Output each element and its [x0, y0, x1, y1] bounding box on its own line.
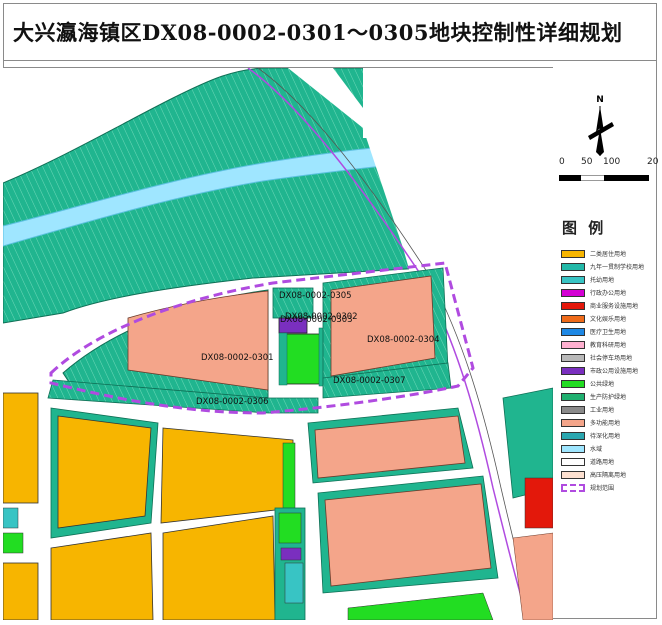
- legend-item: 道路用地: [561, 455, 644, 468]
- map-canvas: DX08-0002-0301 DX08-0002-0302 DX08-0002-…: [3, 68, 553, 620]
- kindergarten-c3: [284, 562, 304, 604]
- kindergarten-sw: [3, 507, 19, 529]
- green-strip-0302: [278, 332, 288, 386]
- legend-label: 九年一贯制学校用地: [590, 264, 645, 271]
- legend-label: 多功能用地: [590, 420, 621, 427]
- admin-c3: [280, 547, 302, 561]
- legend-item: 社会停车场用地: [561, 351, 644, 364]
- legend-swatch: [561, 405, 585, 414]
- residential-block-sw2: [3, 562, 39, 620]
- scale-label-50: 50: [581, 157, 593, 167]
- legend-swatch: [561, 483, 585, 492]
- park-c3: [278, 512, 302, 544]
- label-0303: DX08-0002-0303: [280, 315, 353, 325]
- legend-label: 生产防护绿地: [590, 394, 627, 401]
- legend-item: 商业服务设施用地: [561, 299, 644, 312]
- page-title: 大兴瀛海镇区DX08-0002-0301～0305地块控制性详细规划: [13, 20, 623, 45]
- label-0305: DX08-0002-0305: [279, 291, 352, 301]
- legend-label: 医疗卫生用地: [590, 329, 627, 336]
- residential-block-w2: [50, 532, 154, 620]
- legend-list: 二类居住用地九年一贯制学校用地 托幼用地行政办公用地商业服务设施用地 文化娱乐用地医…: [561, 247, 644, 494]
- legend-label: 社会停车场用地: [590, 355, 633, 362]
- legend-title: 图 例: [562, 219, 607, 237]
- legend-swatch: [561, 418, 585, 427]
- legend-label: 公共绿地: [590, 381, 615, 388]
- scale-label-0: 0: [559, 157, 565, 167]
- legend-label: 工业用地: [590, 407, 615, 414]
- legend-swatch: [561, 340, 585, 349]
- legend-item: 行政办公用地: [561, 286, 644, 299]
- legend-label: 规划范围: [590, 485, 615, 492]
- residential-block-c2: [162, 515, 276, 620]
- scale-bar-graphic: [559, 175, 649, 181]
- residential-block-sw1: [3, 392, 39, 504]
- legend-swatch: [561, 353, 585, 362]
- label-0301: DX08-0002-0301: [201, 353, 274, 363]
- legend-swatch: [561, 262, 585, 271]
- legend-label: 高压隔离用地: [590, 472, 627, 479]
- scale-label-200: 20: [647, 157, 659, 167]
- legend-label: 行政办公用地: [590, 290, 627, 297]
- legend-swatch: [561, 314, 585, 323]
- legend-label: 文化娱乐用地: [590, 316, 627, 323]
- legend-swatch: [561, 288, 585, 297]
- legend-item: 规划范围: [561, 481, 644, 494]
- legend-item: 二类居住用地: [561, 247, 644, 260]
- legend-item: 生产防护绿地: [561, 390, 644, 403]
- legend-item: 托幼用地: [561, 273, 644, 286]
- legend-swatch: [561, 379, 585, 388]
- legend-swatch: [561, 431, 585, 440]
- residential-block-c1: [160, 427, 294, 524]
- legend-item: 水域: [561, 442, 644, 455]
- legend-item: 待深化用地: [561, 429, 644, 442]
- legend-swatch: [561, 275, 585, 284]
- legend-swatch: [561, 444, 585, 453]
- legend-label: 教育科研用地: [590, 342, 627, 349]
- legend-label: 商业服务设施用地: [590, 303, 639, 310]
- legend-item: 文化娱乐用地: [561, 312, 644, 325]
- label-0306: DX08-0002-0306: [196, 397, 269, 407]
- legend-item: 多功能用地: [561, 416, 644, 429]
- title-bar: 大兴瀛海镇区DX08-0002-0301～0305地块控制性详细规划: [3, 3, 657, 61]
- legend-swatch: [561, 327, 585, 336]
- legend-swatch: [561, 301, 585, 310]
- legend-label: 托幼用地: [590, 277, 615, 284]
- legend-swatch: [561, 470, 585, 479]
- label-0307: DX08-0002-0307: [333, 376, 406, 386]
- legend-item: 医疗卫生用地: [561, 325, 644, 338]
- park-c1: [282, 442, 296, 509]
- legend-label: 二类居住用地: [590, 251, 627, 258]
- legend-swatch: [561, 366, 585, 375]
- park-sw: [3, 532, 24, 554]
- north-label: N: [596, 95, 604, 105]
- legend-swatch: [561, 392, 585, 401]
- legend-item: 市政公用设施用地: [561, 364, 644, 377]
- label-0304: DX08-0002-0304: [367, 335, 440, 345]
- north-arrow-icon: N: [588, 95, 614, 156]
- legend-item: 高压隔离用地: [561, 468, 644, 481]
- legend-item: 工业用地: [561, 403, 644, 416]
- legend-label: 市政公用设施用地: [590, 368, 639, 375]
- legend-swatch: [561, 249, 585, 258]
- residential-block-w1: [57, 415, 152, 529]
- legend-swatch: [561, 457, 585, 466]
- mixed-use-e2: [324, 483, 492, 587]
- road-north: [363, 68, 463, 138]
- parcel-0302-park[interactable]: [285, 333, 321, 385]
- legend-label: 待深化用地: [590, 433, 621, 440]
- scale-label-100: 100: [603, 157, 621, 167]
- commercial-far-east: [524, 477, 553, 529]
- scale-bar: 0 50 100 20: [555, 157, 659, 169]
- legend-label: 水域: [590, 446, 603, 453]
- legend-label: 道路用地: [590, 459, 615, 466]
- legend-item: 九年一贯制学校用地: [561, 260, 644, 273]
- legend-item: 公共绿地: [561, 377, 644, 390]
- planning-map[interactable]: DX08-0002-0301 DX08-0002-0302 DX08-0002-…: [3, 67, 553, 620]
- legend-item: 教育科研用地: [561, 338, 644, 351]
- legend-panel: N 0 50 100 20 图 例 二类居住用地九年一贯制学校用地 托幼用地行政办…: [553, 67, 659, 619]
